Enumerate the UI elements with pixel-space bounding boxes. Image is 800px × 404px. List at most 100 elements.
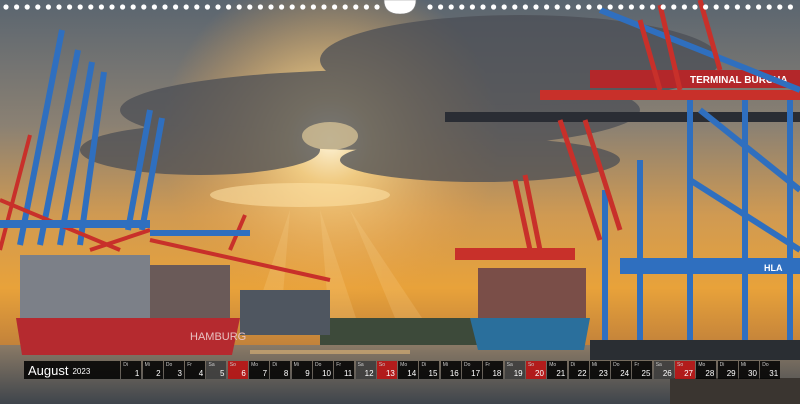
day-number: 17 [471, 369, 481, 378]
binding-hole [120, 4, 126, 10]
weekday-label: Do [165, 362, 173, 368]
weekday-label: Do [762, 362, 769, 368]
day-number: 29 [726, 369, 736, 378]
day-number: 19 [513, 369, 523, 378]
day-number: 5 [220, 369, 225, 378]
binding-hole [109, 4, 115, 10]
binding-hole [300, 4, 306, 10]
day-cell: Di 8 [270, 361, 291, 379]
binding-hole [88, 4, 94, 10]
binding-hole [713, 4, 719, 10]
binding-hole [183, 4, 189, 10]
binding-hole [660, 4, 666, 10]
day-number: 15 [428, 369, 438, 378]
day-number: 23 [598, 369, 608, 378]
harbor-photo: HAMBURG TERMINAL BURCHA HLA [0, 0, 800, 404]
day-number: 31 [769, 369, 779, 378]
weekday-label: Mi [442, 362, 449, 368]
weekday-label: Di [123, 362, 129, 368]
day-cell: Mi 2 [142, 361, 163, 379]
binding-hole [56, 4, 62, 10]
binding-hole [565, 4, 571, 10]
binding-hole [268, 4, 274, 10]
day-cell: Mi 9 [291, 361, 312, 379]
binding-hole [151, 4, 157, 10]
binding-hole [289, 4, 295, 10]
binding-hole [597, 4, 603, 10]
binding-hole [671, 4, 677, 10]
binding-hole [703, 4, 709, 10]
binding-hole [279, 4, 285, 10]
binding-hole [522, 4, 529, 10]
binding-hole [24, 4, 30, 10]
binding-hole [618, 4, 624, 10]
day-number: 8 [283, 369, 289, 378]
crane-label: HLA [764, 263, 783, 273]
month-name: August [28, 362, 69, 378]
weekday-label: Mi [591, 362, 598, 368]
day-number: 6 [241, 369, 246, 378]
day-number: 13 [385, 369, 395, 378]
weekday-label: Fr [187, 362, 192, 368]
binding-hole [226, 4, 232, 10]
day-number: 4 [198, 369, 204, 378]
binding-hole [14, 4, 20, 10]
day-cell: Mi 16 [440, 361, 461, 379]
day-cell: Di 15 [419, 361, 440, 379]
weekday-label: Mi [740, 362, 747, 368]
binding-hole [480, 4, 486, 10]
day-number: 3 [177, 369, 182, 378]
weekday-label: So [527, 362, 535, 368]
day-number: 1 [134, 369, 140, 378]
binding-hole [363, 4, 369, 10]
binding-hole [639, 4, 645, 10]
binding-hole [310, 4, 316, 10]
weekday-label: Mi [144, 362, 150, 368]
day-cell: Do 24 [611, 361, 632, 379]
binding-hole [533, 4, 539, 10]
binding-hole [257, 4, 263, 10]
weekday-label: So [229, 362, 236, 368]
day-number: 14 [407, 369, 417, 378]
day-cell: Fr 18 [483, 361, 504, 379]
day-number: 10 [322, 369, 331, 378]
day-cell: Do 17 [462, 361, 483, 379]
day-cell: So 20 [525, 361, 546, 379]
binding-hole [204, 4, 210, 10]
binding-hole [681, 4, 688, 10]
day-cell: Sa 19 [504, 361, 525, 379]
binding-hole [512, 4, 518, 10]
day-cell: Do 3 [163, 361, 184, 379]
weekday-label: So [677, 362, 684, 368]
day-cell: Sa 5 [206, 361, 227, 379]
weekday-label: So [378, 362, 385, 368]
right-ship [470, 268, 590, 350]
binding-hole [554, 4, 560, 10]
binding-hole [374, 4, 380, 10]
day-cell: Mo 28 [696, 361, 717, 379]
hanging-hole [383, 0, 417, 14]
binding-hole [342, 4, 348, 10]
binding-hole [332, 4, 338, 10]
day-cell: Do 31 [760, 361, 781, 379]
binding-hole [98, 4, 104, 10]
binding-hole [692, 4, 698, 10]
binding-hole [194, 4, 200, 10]
day-cell: Do 10 [312, 361, 333, 379]
binding-hole [650, 4, 656, 10]
day-cell: So 13 [376, 361, 397, 379]
day-cell: Di 22 [568, 361, 589, 379]
binding-hole [787, 4, 794, 10]
weekday-label: Sa [655, 362, 662, 368]
weekday-label: Mo [698, 362, 706, 368]
binding-hole [215, 4, 221, 10]
binding-hole [67, 4, 73, 10]
weekday-label: Sa [357, 362, 364, 368]
day-number: 2 [156, 369, 161, 378]
weekday-label: Fr [485, 362, 491, 368]
binding-hole [756, 4, 762, 10]
binding-hole [173, 4, 179, 10]
binding-hole [575, 4, 582, 10]
day-number: 30 [748, 369, 757, 378]
weekday-label: Di [272, 362, 278, 368]
